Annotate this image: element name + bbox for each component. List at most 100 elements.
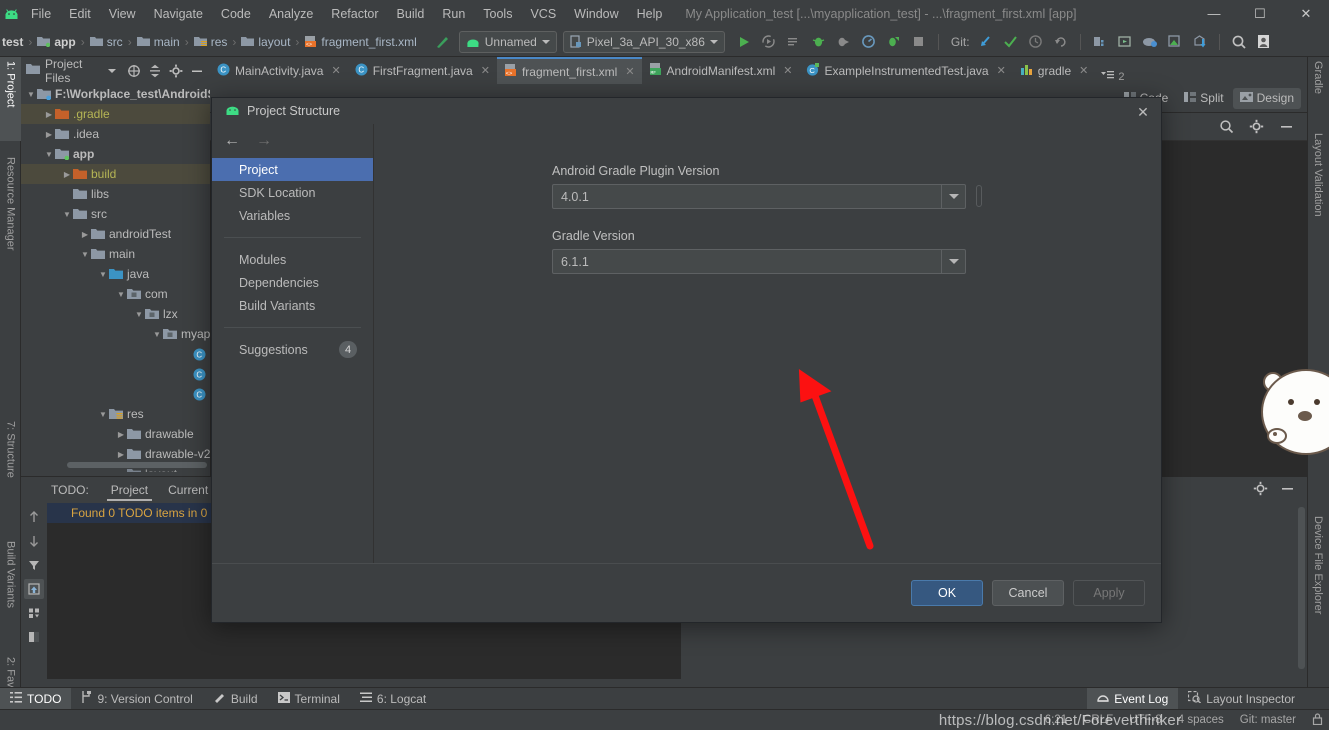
tree-row-myapplication-test[interactable]: ▼ myapplication_test [21, 324, 210, 344]
editor-tab-fragment-first-xml[interactable]: <> fragment_first.xml ✕ [497, 57, 642, 84]
breadcrumb-item-res[interactable]: res [194, 35, 228, 49]
hide-panel-icon[interactable] [189, 62, 205, 80]
sdk-manager-icon[interactable] [1089, 31, 1111, 53]
expand-arrow-icon[interactable]: ▶ [43, 110, 55, 119]
bottom-tab-logcat[interactable]: 6: Logcat [350, 688, 436, 710]
back-arrow-icon[interactable]: ← [224, 132, 240, 150]
tree-row-com[interactable]: ▼ com [21, 284, 210, 304]
scroll-from-source-icon[interactable] [126, 62, 142, 80]
menu-item-edit[interactable]: Edit [60, 3, 100, 25]
hide-panel-icon[interactable] [1280, 481, 1295, 499]
collapse-arrow-icon[interactable]: ▼ [43, 150, 55, 159]
menu-item-analyze[interactable]: Analyze [260, 3, 322, 25]
menu-item-view[interactable]: View [100, 3, 145, 25]
mode-design-button[interactable]: Design [1233, 88, 1301, 109]
chevron-down-icon[interactable] [941, 250, 965, 273]
menu-item-tools[interactable]: Tools [474, 3, 521, 25]
sidebar-item-resource-manager[interactable]: Resource Manager [0, 153, 21, 283]
tree-row-drawable-v24[interactable]: ▶ drawable-v24 [21, 444, 210, 464]
dialog-close-button[interactable]: ✕ [1133, 102, 1153, 122]
agp-version-combobox[interactable]: 4.0.1 [552, 184, 966, 209]
tree-row-gradle[interactable]: ▶ .gradle [21, 104, 210, 124]
commit-icon[interactable] [1000, 31, 1022, 53]
collapse-arrow-icon[interactable]: ▼ [97, 270, 109, 279]
tree-row-androidtest[interactable]: ▶ androidTest [21, 224, 210, 244]
expand-arrow-icon[interactable]: ▶ [79, 230, 91, 239]
dialog-nav-item-variables[interactable]: Variables [212, 204, 373, 227]
tree-row-libs[interactable]: libs [21, 184, 210, 204]
gradle-version-combobox[interactable]: 6.1.1 [552, 249, 966, 274]
avd-manager-icon[interactable] [1114, 31, 1136, 53]
menu-item-run[interactable]: Run [433, 3, 474, 25]
breadcrumb-item-src[interactable]: src [90, 35, 123, 49]
project-tree[interactable]: ▼ F:\Workplace_test\AndroidStudio Workpl… [21, 84, 210, 472]
collapse-arrow-icon[interactable]: ▼ [61, 210, 73, 219]
tree-row-root[interactable]: ▼ F:\Workplace_test\AndroidStudio Workpl… [21, 84, 210, 104]
git-branch[interactable]: Git: master [1240, 714, 1296, 726]
tree-row-firstfragment[interactable]: C FirstFragment [21, 344, 210, 364]
sidebar-item-project[interactable]: 1: Project [0, 57, 21, 141]
breadcrumb-item-main[interactable]: main [137, 35, 180, 49]
profiler-button[interactable] [858, 31, 880, 53]
sync-gradle-icon[interactable] [1139, 31, 1161, 53]
tree-row-idea[interactable]: ▶ .idea [21, 124, 210, 144]
build-hammer-icon[interactable] [431, 31, 453, 53]
bottom-tab-version-control[interactable]: 9: Version Control [71, 688, 202, 710]
menu-item-navigate[interactable]: Navigate [145, 3, 212, 25]
collapse-arrow-icon[interactable]: ▼ [97, 410, 109, 419]
minimize-button[interactable]: — [1191, 0, 1237, 27]
group-by-modules-icon[interactable] [24, 603, 44, 623]
close-icon[interactable]: ✕ [331, 64, 340, 77]
previous-occurrence-icon[interactable] [24, 507, 44, 527]
editor-tab-exampleinstrumentedtest[interactable]: C ExampleInstrumentedTest.java ✕ [799, 57, 1012, 84]
menu-item-file[interactable]: File [22, 3, 60, 25]
editor-tab-androidmanifest[interactable]: MF AndroidManifest.xml ✕ [642, 57, 800, 84]
tree-row-src[interactable]: ▼ src [21, 204, 210, 224]
tree-row-secondfragment[interactable]: C SecondFragment [21, 384, 210, 404]
dialog-nav-item-build-variants[interactable]: Build Variants [212, 294, 373, 317]
bottom-tab-terminal[interactable]: Terminal [268, 688, 350, 710]
menu-item-window[interactable]: Window [565, 3, 627, 25]
menu-item-vcs[interactable]: VCS [521, 3, 565, 25]
run-button[interactable] [733, 31, 755, 53]
editor-tab-gradle[interactable]: gradle ✕ [1013, 57, 1096, 84]
tree-row-res[interactable]: ▼ res [21, 404, 210, 424]
expand-arrow-icon[interactable]: ▶ [61, 170, 73, 179]
editor-tab-overflow[interactable]: 2 [1095, 70, 1130, 84]
mode-split-button[interactable]: Split [1177, 88, 1230, 109]
apply-code-changes-button[interactable] [783, 31, 805, 53]
ok-button[interactable]: OK [911, 580, 983, 606]
dialog-nav-item-suggestions[interactable]: Suggestions 4 [212, 338, 373, 361]
minimize-panel-icon[interactable] [1277, 118, 1295, 136]
breadcrumb-item-file[interactable]: <> fragment_first.xml [304, 35, 416, 49]
filter-icon[interactable] [24, 555, 44, 575]
tree-row-drawable[interactable]: ▶ drawable [21, 424, 210, 444]
expand-arrow-icon[interactable]: ▶ [115, 450, 127, 459]
lock-icon[interactable] [1312, 713, 1323, 728]
breadcrumb-item-test[interactable]: test [2, 35, 23, 49]
close-icon[interactable]: ✕ [481, 64, 490, 77]
device-selector[interactable]: Pixel_3a_API_30_x86 [563, 31, 725, 53]
search-icon[interactable] [1217, 118, 1235, 136]
bottom-tab-event-log[interactable]: Event Log [1087, 688, 1178, 710]
editor-tab-mainactivity[interactable]: C MainActivity.java ✕ [210, 57, 348, 84]
agp-version-side-control[interactable] [976, 185, 982, 207]
collapse-arrow-icon[interactable]: ▼ [151, 330, 163, 339]
dialog-nav-item-dependencies[interactable]: Dependencies [212, 271, 373, 294]
expand-arrow-icon[interactable]: ▶ [43, 130, 55, 139]
expand-arrow-icon[interactable]: ▶ [115, 430, 127, 439]
menu-item-help[interactable]: Help [628, 3, 672, 25]
chevron-down-icon[interactable] [941, 185, 965, 208]
collapse-arrow-icon[interactable]: ▼ [133, 310, 145, 319]
maximize-button[interactable]: ☐ [1237, 0, 1283, 27]
search-icon[interactable] [1228, 31, 1250, 53]
next-occurrence-icon[interactable] [24, 531, 44, 551]
dialog-nav-item-project[interactable]: Project [212, 158, 373, 181]
tree-row-java[interactable]: ▼ java [21, 264, 210, 284]
sidebar-item-device-file-explorer[interactable]: Device File Explorer [1307, 512, 1329, 652]
gear-icon[interactable] [168, 62, 184, 80]
bottom-tab-todo[interactable]: TODO [0, 688, 71, 710]
tree-row-mainactivity[interactable]: C MainActivity [21, 364, 210, 384]
build-output-scrollbar[interactable] [1298, 507, 1305, 669]
history-icon[interactable] [1025, 31, 1047, 53]
